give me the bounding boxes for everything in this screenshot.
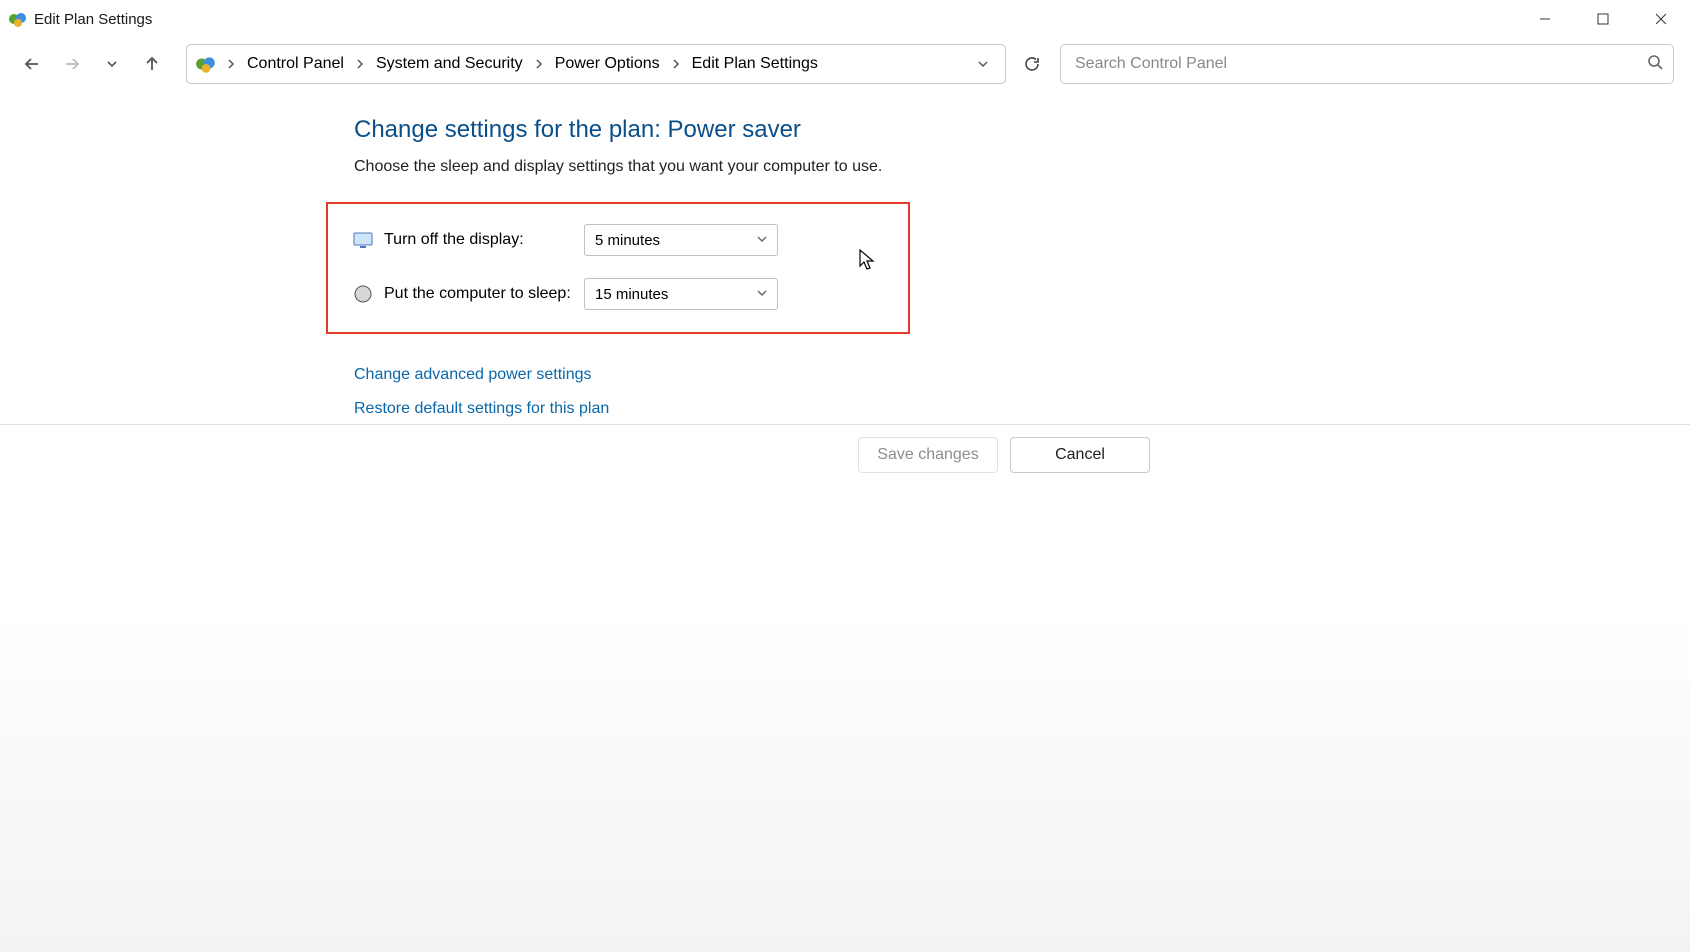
page-title: Change settings for the plan: Power save… [354,116,1690,144]
chevron-right-icon[interactable] [664,58,688,70]
search-input[interactable] [1075,55,1647,73]
link-restore-defaults[interactable]: Restore default settings for this plan [354,400,609,418]
save-changes-button[interactable]: Save changes [858,437,998,473]
address-bar-dropdown[interactable] [969,58,997,70]
toolbar: Control Panel System and Security Power … [0,38,1690,90]
breadcrumb-power-options[interactable]: Power Options [551,51,664,77]
window-title: Edit Plan Settings [34,11,152,28]
close-button[interactable] [1632,0,1690,38]
chevron-right-icon[interactable] [219,58,243,70]
page-description: Choose the sleep and display settings th… [354,158,1690,176]
back-button[interactable] [12,44,52,84]
chevron-down-icon [757,234,767,247]
sleep-value: 15 minutes [595,286,668,303]
chevron-right-icon[interactable] [527,58,551,70]
display-value: 5 minutes [595,232,660,249]
up-button[interactable] [132,44,172,84]
window-controls [1516,0,1690,38]
setting-row-display: Turn off the display: 5 minutes [352,224,884,256]
minimize-button[interactable] [1516,0,1574,38]
display-dropdown[interactable]: 5 minutes [584,224,778,256]
footer-bar: Save changes Cancel [0,424,1690,484]
sleep-dropdown[interactable]: 15 minutes [584,278,778,310]
link-advanced-settings[interactable]: Change advanced power settings [354,366,592,384]
setting-row-sleep: Put the computer to sleep: 15 minutes [352,278,884,310]
breadcrumb-control-panel[interactable]: Control Panel [243,51,348,77]
content-area: Change settings for the plan: Power save… [0,90,1690,418]
address-bar[interactable]: Control Panel System and Security Power … [186,44,1006,84]
breadcrumb-edit-plan-settings[interactable]: Edit Plan Settings [688,51,822,77]
search-box[interactable] [1060,44,1674,84]
titlebar: Edit Plan Settings [0,0,1690,38]
refresh-button[interactable] [1012,44,1052,84]
maximize-button[interactable] [1574,0,1632,38]
settings-highlight: Turn off the display: 5 minutes Put the … [326,202,910,334]
cancel-button[interactable]: Cancel [1010,437,1150,473]
breadcrumb-system-and-security[interactable]: System and Security [372,51,527,77]
forward-button[interactable] [52,44,92,84]
display-label: Turn off the display: [384,231,584,249]
display-icon [352,229,374,251]
moon-icon [352,283,374,305]
search-icon[interactable] [1647,54,1663,74]
chevron-right-icon[interactable] [348,58,372,70]
recent-locations-button[interactable] [92,44,132,84]
chevron-down-icon [757,288,767,301]
control-panel-icon [8,9,28,29]
sleep-label: Put the computer to sleep: [384,285,584,303]
control-panel-icon [195,53,217,75]
